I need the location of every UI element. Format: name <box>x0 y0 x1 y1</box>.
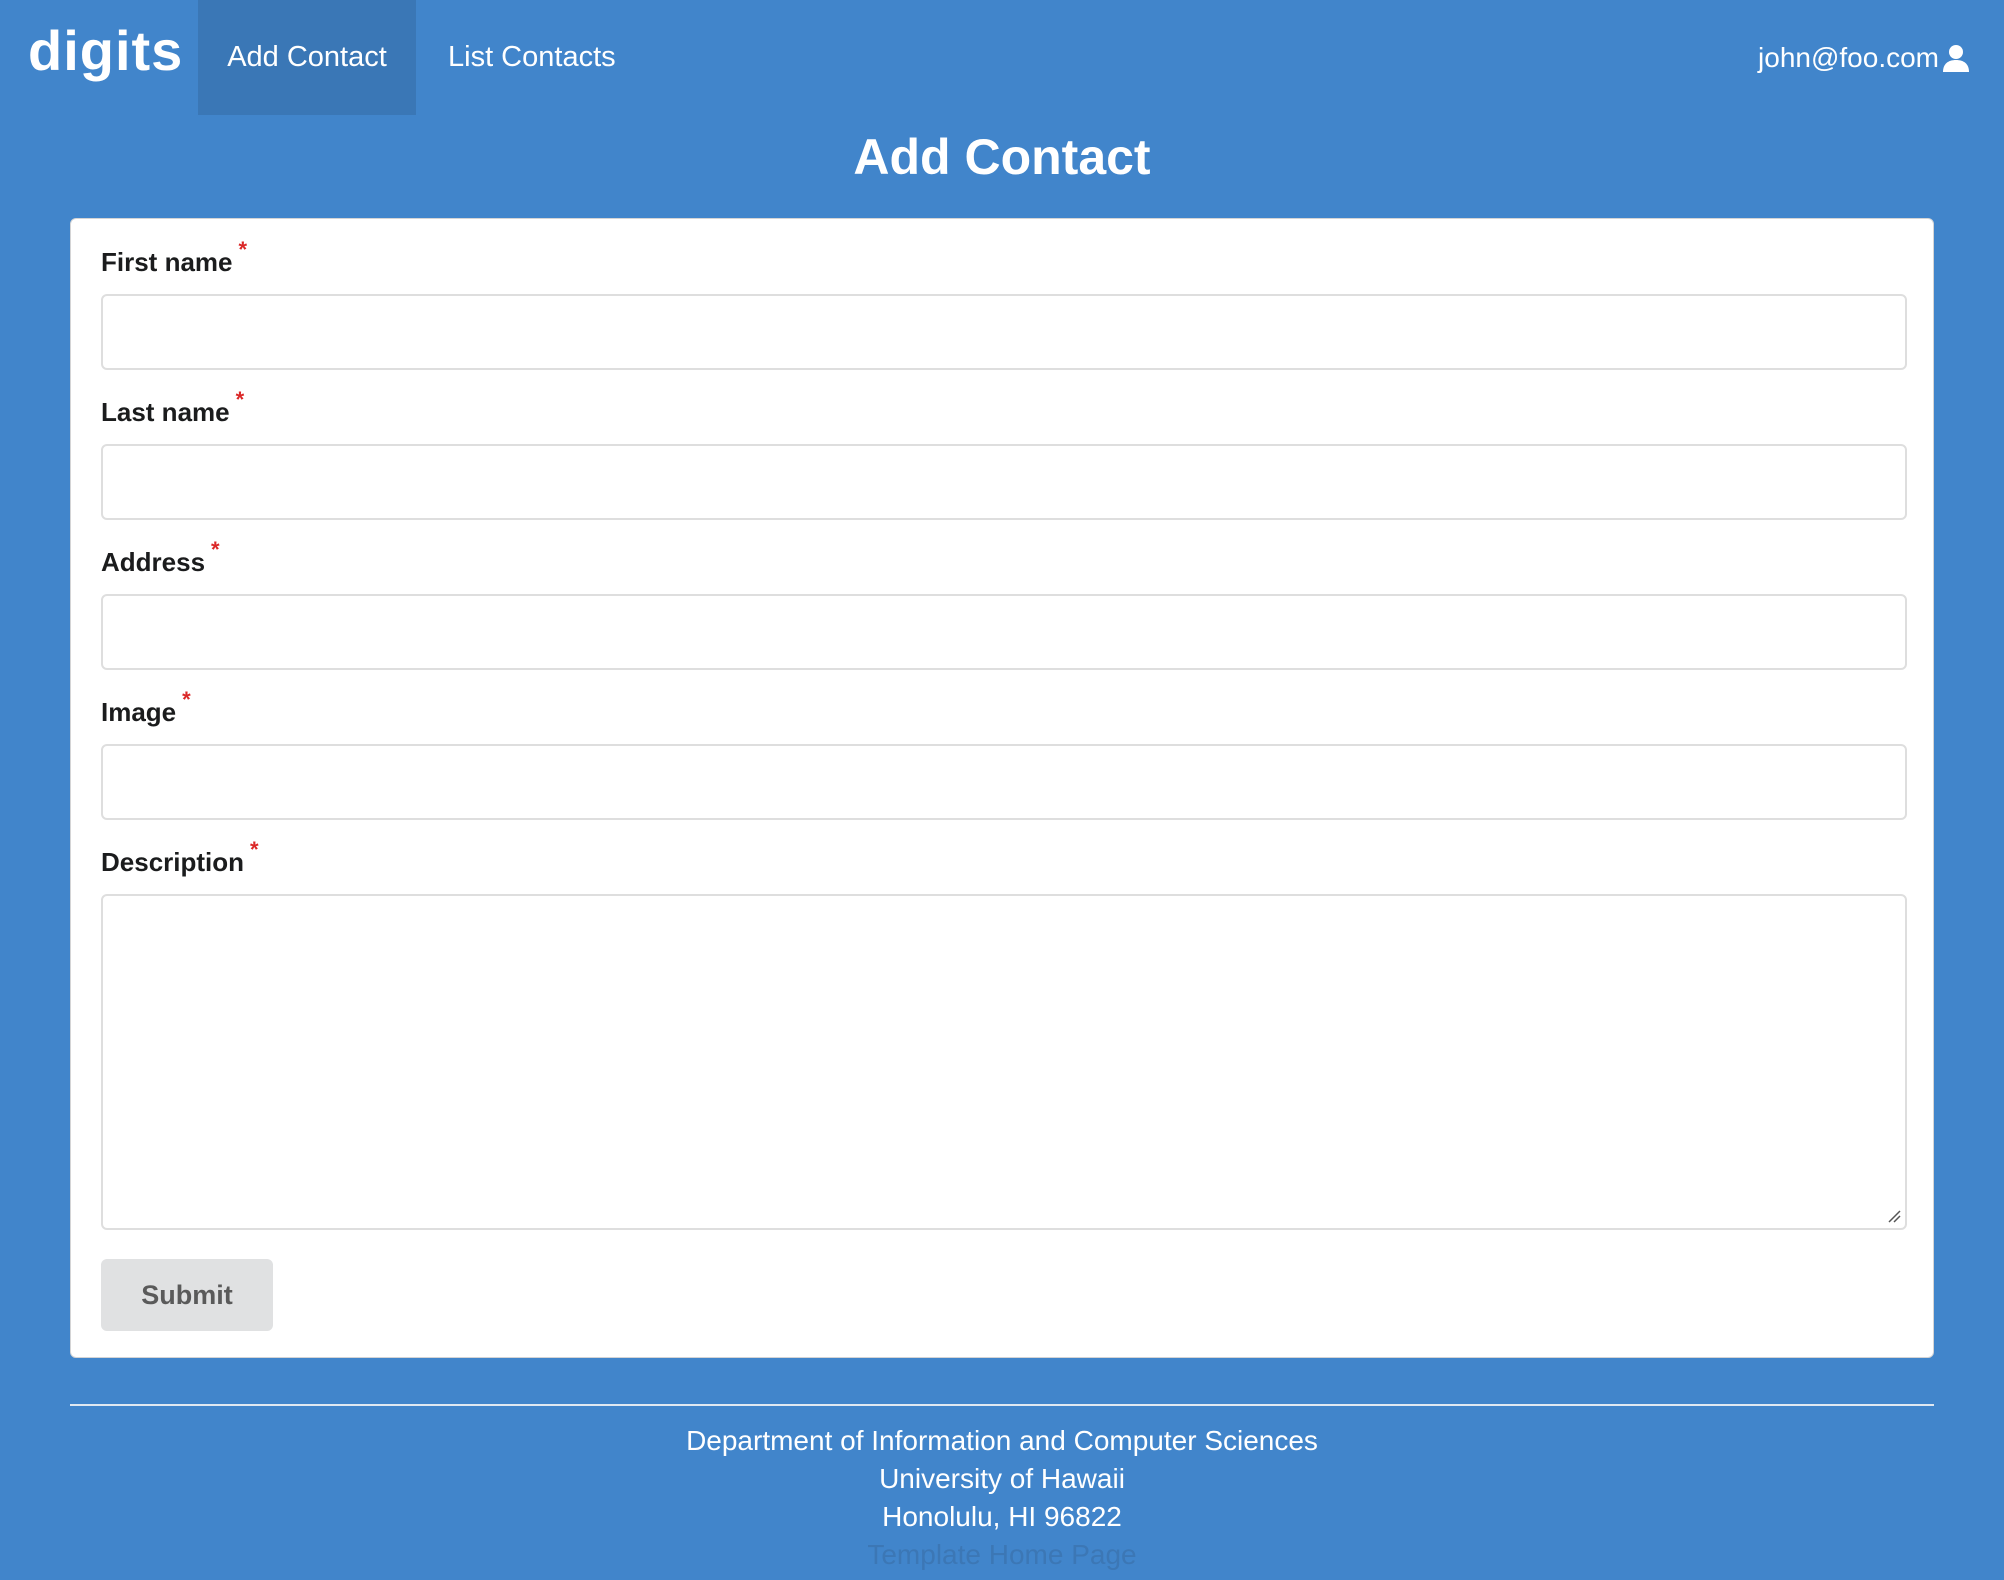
user-email: john@foo.com <box>1758 42 1939 73</box>
required-marker: * <box>211 537 220 562</box>
nav-list-contacts[interactable]: List Contacts <box>448 0 616 115</box>
first-name-label-text: First name <box>101 247 233 277</box>
footer-divider <box>70 1404 1934 1406</box>
image-input[interactable] <box>101 744 1907 820</box>
required-marker: * <box>182 687 191 712</box>
footer-line-university: University of Hawaii <box>879 1463 1125 1494</box>
footer: Department of Information and Computer S… <box>0 1422 2004 1574</box>
user-menu[interactable]: john@foo.com <box>1758 0 1970 115</box>
nav-add-contact[interactable]: Add Contact <box>198 0 416 115</box>
address-label: Address * <box>101 537 220 578</box>
brand-logo[interactable]: digits <box>28 18 183 83</box>
first-name-input[interactable] <box>101 294 1907 370</box>
first-name-label: First name * <box>101 237 247 278</box>
address-label-text: Address <box>101 547 206 577</box>
last-name-input[interactable] <box>101 444 1907 520</box>
add-contact-form: First name * Last name * Address * Image * D… <box>70 218 1934 1358</box>
footer-line-department: Department of Information and Computer S… <box>686 1425 1318 1456</box>
description-label-text: Description <box>101 847 245 877</box>
last-name-label-text: Last name <box>101 397 230 427</box>
navbar: digits Add Contact List Contacts john@fo… <box>0 0 2004 115</box>
description-textarea[interactable] <box>101 894 1907 1230</box>
page-title: Add Contact <box>853 129 1151 185</box>
resize-handle-icon[interactable] <box>1887 1209 1901 1223</box>
description-label: Description * <box>101 837 259 878</box>
required-marker: * <box>250 837 259 862</box>
submit-button[interactable]: Submit <box>101 1259 273 1331</box>
image-label: Image * <box>101 687 191 728</box>
footer-line-address: Honolulu, HI 96822 <box>882 1501 1122 1532</box>
required-marker: * <box>238 237 248 262</box>
image-label-text: Image <box>101 697 177 727</box>
address-input[interactable] <box>101 594 1907 670</box>
user-icon <box>1943 44 1969 72</box>
template-home-link[interactable]: Template Home Page <box>0 1536 2004 1574</box>
required-marker: * <box>235 387 245 412</box>
last-name-label: Last name * <box>101 387 244 428</box>
